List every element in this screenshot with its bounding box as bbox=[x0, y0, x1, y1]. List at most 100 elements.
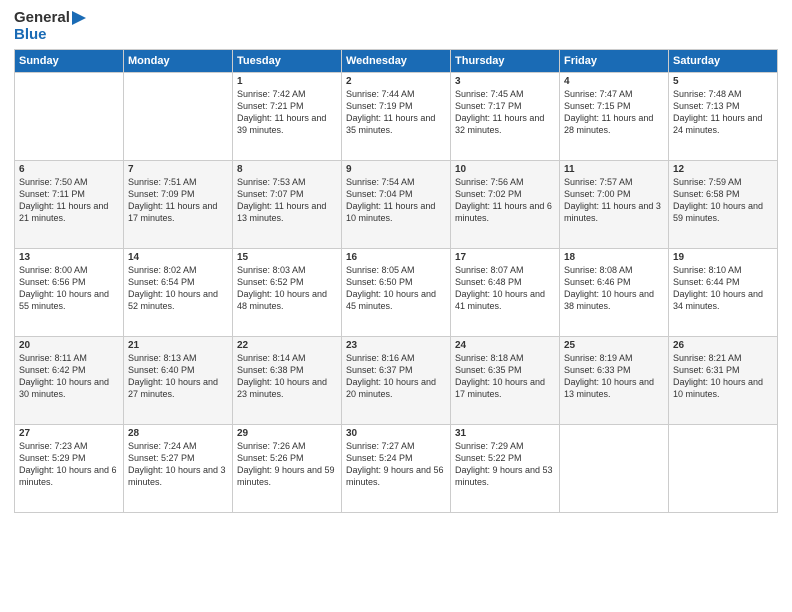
day-content: Sunrise: 8:08 AM Sunset: 6:46 PM Dayligh… bbox=[564, 264, 664, 313]
day-content: Sunrise: 7:44 AM Sunset: 7:19 PM Dayligh… bbox=[346, 88, 446, 137]
calendar-cell: 27Sunrise: 7:23 AM Sunset: 5:29 PM Dayli… bbox=[15, 425, 124, 513]
calendar-cell: 29Sunrise: 7:26 AM Sunset: 5:26 PM Dayli… bbox=[233, 425, 342, 513]
day-number: 5 bbox=[673, 76, 773, 87]
day-content: Sunrise: 8:13 AM Sunset: 6:40 PM Dayligh… bbox=[128, 352, 228, 401]
calendar-cell: 9Sunrise: 7:54 AM Sunset: 7:04 PM Daylig… bbox=[342, 161, 451, 249]
calendar-cell bbox=[15, 73, 124, 161]
day-content: Sunrise: 7:59 AM Sunset: 6:58 PM Dayligh… bbox=[673, 176, 773, 225]
calendar-cell: 17Sunrise: 8:07 AM Sunset: 6:48 PM Dayli… bbox=[451, 249, 560, 337]
calendar-cell: 20Sunrise: 8:11 AM Sunset: 6:42 PM Dayli… bbox=[15, 337, 124, 425]
day-number: 24 bbox=[455, 340, 555, 351]
day-number: 16 bbox=[346, 252, 446, 263]
calendar-body: 1Sunrise: 7:42 AM Sunset: 7:21 PM Daylig… bbox=[15, 73, 778, 513]
day-number: 4 bbox=[564, 76, 664, 87]
day-content: Sunrise: 7:53 AM Sunset: 7:07 PM Dayligh… bbox=[237, 176, 337, 225]
calendar-cell: 16Sunrise: 8:05 AM Sunset: 6:50 PM Dayli… bbox=[342, 249, 451, 337]
day-number: 23 bbox=[346, 340, 446, 351]
calendar-cell: 3Sunrise: 7:45 AM Sunset: 7:17 PM Daylig… bbox=[451, 73, 560, 161]
day-content: Sunrise: 8:02 AM Sunset: 6:54 PM Dayligh… bbox=[128, 264, 228, 313]
calendar-cell: 23Sunrise: 8:16 AM Sunset: 6:37 PM Dayli… bbox=[342, 337, 451, 425]
day-number: 13 bbox=[19, 252, 119, 263]
day-number: 20 bbox=[19, 340, 119, 351]
day-number: 1 bbox=[237, 76, 337, 87]
calendar-week-1: 1Sunrise: 7:42 AM Sunset: 7:21 PM Daylig… bbox=[15, 73, 778, 161]
calendar-cell: 21Sunrise: 8:13 AM Sunset: 6:40 PM Dayli… bbox=[124, 337, 233, 425]
calendar-cell: 6Sunrise: 7:50 AM Sunset: 7:11 PM Daylig… bbox=[15, 161, 124, 249]
day-content: Sunrise: 8:03 AM Sunset: 6:52 PM Dayligh… bbox=[237, 264, 337, 313]
day-number: 27 bbox=[19, 428, 119, 439]
day-number: 2 bbox=[346, 76, 446, 87]
logo: General Blue bbox=[14, 10, 86, 43]
calendar-week-3: 13Sunrise: 8:00 AM Sunset: 6:56 PM Dayli… bbox=[15, 249, 778, 337]
calendar-cell: 11Sunrise: 7:57 AM Sunset: 7:00 PM Dayli… bbox=[560, 161, 669, 249]
day-number: 3 bbox=[455, 76, 555, 87]
calendar-cell: 30Sunrise: 7:27 AM Sunset: 5:24 PM Dayli… bbox=[342, 425, 451, 513]
day-number: 14 bbox=[128, 252, 228, 263]
day-content: Sunrise: 7:27 AM Sunset: 5:24 PM Dayligh… bbox=[346, 440, 446, 489]
calendar-cell: 18Sunrise: 8:08 AM Sunset: 6:46 PM Dayli… bbox=[560, 249, 669, 337]
logo-general: General bbox=[14, 10, 86, 27]
day-content: Sunrise: 7:26 AM Sunset: 5:26 PM Dayligh… bbox=[237, 440, 337, 489]
day-content: Sunrise: 8:21 AM Sunset: 6:31 PM Dayligh… bbox=[673, 352, 773, 401]
day-header-sunday: Sunday bbox=[15, 50, 124, 73]
logo-svg: General Blue bbox=[14, 10, 86, 43]
day-content: Sunrise: 7:48 AM Sunset: 7:13 PM Dayligh… bbox=[673, 88, 773, 137]
calendar-cell: 10Sunrise: 7:56 AM Sunset: 7:02 PM Dayli… bbox=[451, 161, 560, 249]
calendar-week-5: 27Sunrise: 7:23 AM Sunset: 5:29 PM Dayli… bbox=[15, 425, 778, 513]
calendar-cell bbox=[124, 73, 233, 161]
day-content: Sunrise: 8:19 AM Sunset: 6:33 PM Dayligh… bbox=[564, 352, 664, 401]
day-number: 26 bbox=[673, 340, 773, 351]
day-content: Sunrise: 8:18 AM Sunset: 6:35 PM Dayligh… bbox=[455, 352, 555, 401]
day-content: Sunrise: 7:45 AM Sunset: 7:17 PM Dayligh… bbox=[455, 88, 555, 137]
calendar-cell: 12Sunrise: 7:59 AM Sunset: 6:58 PM Dayli… bbox=[669, 161, 778, 249]
calendar-cell: 1Sunrise: 7:42 AM Sunset: 7:21 PM Daylig… bbox=[233, 73, 342, 161]
day-number: 19 bbox=[673, 252, 773, 263]
calendar-cell: 28Sunrise: 7:24 AM Sunset: 5:27 PM Dayli… bbox=[124, 425, 233, 513]
day-content: Sunrise: 8:11 AM Sunset: 6:42 PM Dayligh… bbox=[19, 352, 119, 401]
day-number: 10 bbox=[455, 164, 555, 175]
calendar-cell: 13Sunrise: 8:00 AM Sunset: 6:56 PM Dayli… bbox=[15, 249, 124, 337]
day-header-thursday: Thursday bbox=[451, 50, 560, 73]
calendar-cell: 15Sunrise: 8:03 AM Sunset: 6:52 PM Dayli… bbox=[233, 249, 342, 337]
day-number: 9 bbox=[346, 164, 446, 175]
day-header-saturday: Saturday bbox=[669, 50, 778, 73]
calendar-cell: 4Sunrise: 7:47 AM Sunset: 7:15 PM Daylig… bbox=[560, 73, 669, 161]
day-content: Sunrise: 7:42 AM Sunset: 7:21 PM Dayligh… bbox=[237, 88, 337, 137]
day-number: 11 bbox=[564, 164, 664, 175]
calendar-cell: 8Sunrise: 7:53 AM Sunset: 7:07 PM Daylig… bbox=[233, 161, 342, 249]
calendar-header-row: SundayMondayTuesdayWednesdayThursdayFrid… bbox=[15, 50, 778, 73]
day-number: 15 bbox=[237, 252, 337, 263]
day-number: 6 bbox=[19, 164, 119, 175]
calendar-cell bbox=[669, 425, 778, 513]
day-content: Sunrise: 7:29 AM Sunset: 5:22 PM Dayligh… bbox=[455, 440, 555, 489]
day-content: Sunrise: 7:24 AM Sunset: 5:27 PM Dayligh… bbox=[128, 440, 228, 489]
page-container: General Blue SundayMondayTuesdayWednesda… bbox=[0, 0, 792, 523]
calendar-cell: 19Sunrise: 8:10 AM Sunset: 6:44 PM Dayli… bbox=[669, 249, 778, 337]
day-header-tuesday: Tuesday bbox=[233, 50, 342, 73]
day-number: 8 bbox=[237, 164, 337, 175]
day-number: 30 bbox=[346, 428, 446, 439]
page-header: General Blue bbox=[14, 10, 778, 43]
day-content: Sunrise: 7:50 AM Sunset: 7:11 PM Dayligh… bbox=[19, 176, 119, 225]
calendar-table: SundayMondayTuesdayWednesdayThursdayFrid… bbox=[14, 49, 778, 513]
calendar-cell: 26Sunrise: 8:21 AM Sunset: 6:31 PM Dayli… bbox=[669, 337, 778, 425]
calendar-cell: 5Sunrise: 7:48 AM Sunset: 7:13 PM Daylig… bbox=[669, 73, 778, 161]
day-number: 7 bbox=[128, 164, 228, 175]
calendar-cell: 22Sunrise: 8:14 AM Sunset: 6:38 PM Dayli… bbox=[233, 337, 342, 425]
day-number: 17 bbox=[455, 252, 555, 263]
day-content: Sunrise: 8:16 AM Sunset: 6:37 PM Dayligh… bbox=[346, 352, 446, 401]
day-number: 21 bbox=[128, 340, 228, 351]
calendar-week-2: 6Sunrise: 7:50 AM Sunset: 7:11 PM Daylig… bbox=[15, 161, 778, 249]
calendar-cell: 25Sunrise: 8:19 AM Sunset: 6:33 PM Dayli… bbox=[560, 337, 669, 425]
logo-blue: Blue bbox=[14, 27, 86, 44]
day-content: Sunrise: 8:10 AM Sunset: 6:44 PM Dayligh… bbox=[673, 264, 773, 313]
day-number: 31 bbox=[455, 428, 555, 439]
day-content: Sunrise: 8:07 AM Sunset: 6:48 PM Dayligh… bbox=[455, 264, 555, 313]
day-content: Sunrise: 7:51 AM Sunset: 7:09 PM Dayligh… bbox=[128, 176, 228, 225]
day-header-monday: Monday bbox=[124, 50, 233, 73]
calendar-cell bbox=[560, 425, 669, 513]
day-number: 12 bbox=[673, 164, 773, 175]
day-header-friday: Friday bbox=[560, 50, 669, 73]
day-content: Sunrise: 7:54 AM Sunset: 7:04 PM Dayligh… bbox=[346, 176, 446, 225]
day-content: Sunrise: 7:57 AM Sunset: 7:00 PM Dayligh… bbox=[564, 176, 664, 225]
